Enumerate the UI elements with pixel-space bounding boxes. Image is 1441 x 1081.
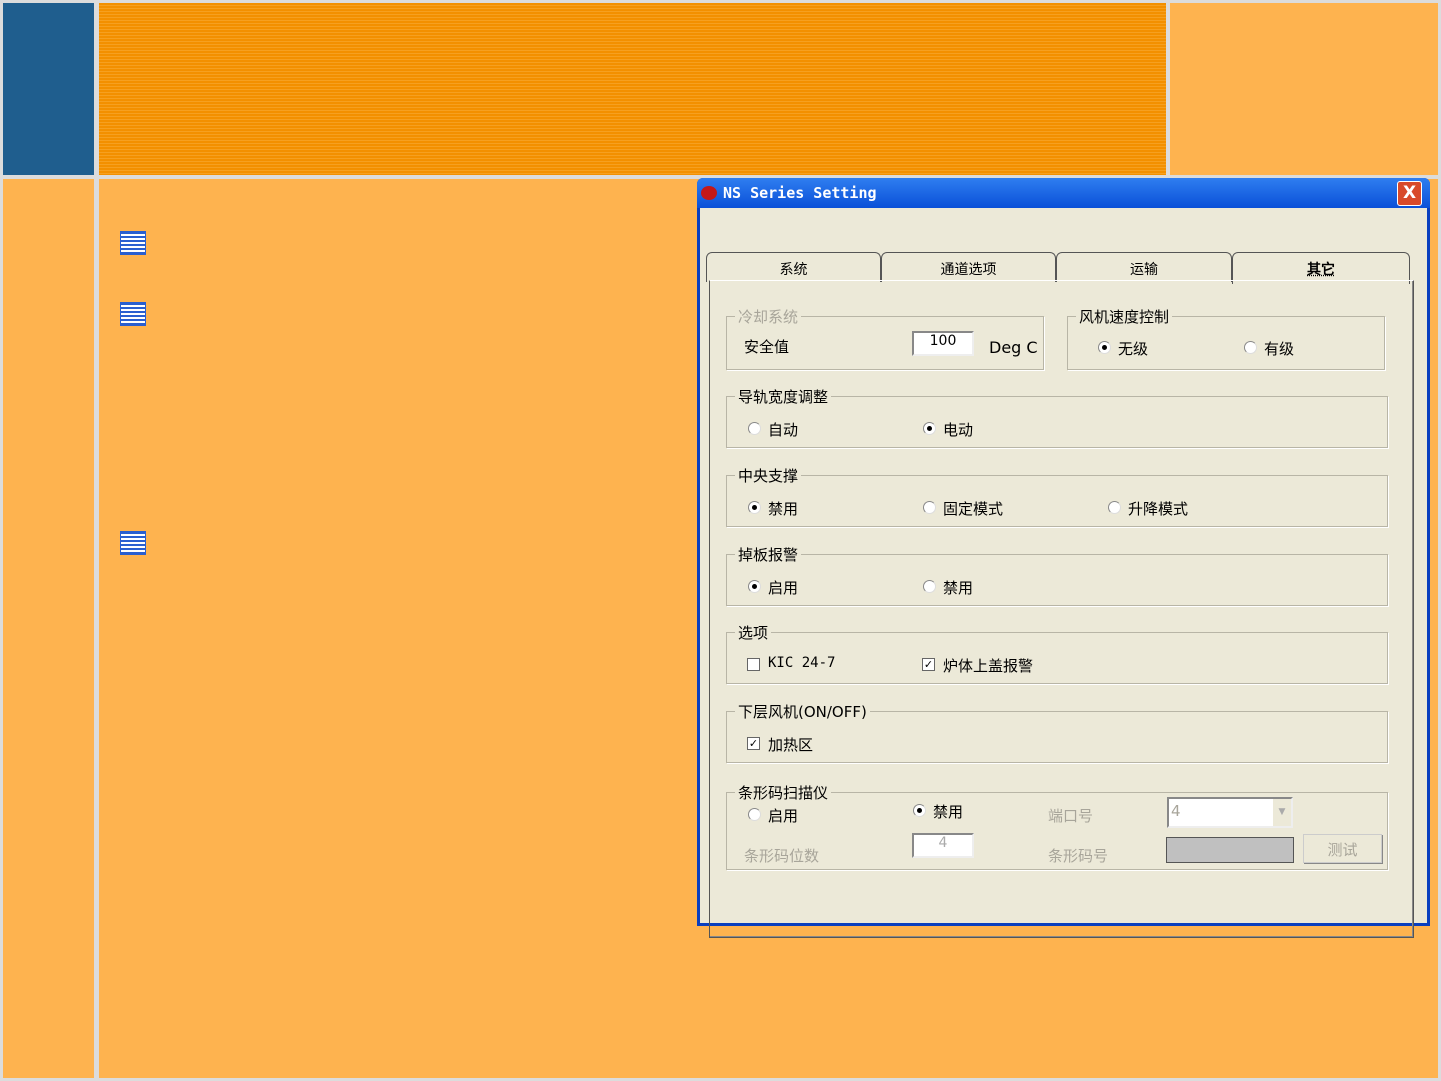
- options-group: 选项 KIC 24-7 ✓ 炉体上盖报警: [726, 622, 1388, 684]
- rail-auto-radio[interactable]: [748, 422, 761, 435]
- unit-label: Deg C: [989, 338, 1038, 357]
- board-drop-label: 掉板报警: [735, 544, 802, 565]
- center-support-label: 中央支撑: [735, 465, 802, 486]
- heating-zone-checkbox[interactable]: ✓: [747, 737, 760, 750]
- lid-alarm-checkbox[interactable]: ✓: [922, 658, 935, 671]
- support-disabled-label: 禁用: [768, 500, 799, 518]
- fan-stepped-label: 有级: [1264, 340, 1295, 358]
- heating-zone-label: 加热区: [768, 736, 814, 754]
- support-lift-label: 升降模式: [1128, 500, 1189, 518]
- kic-checkbox[interactable]: [747, 658, 760, 671]
- bullet-icon: [120, 302, 146, 326]
- board-drop-enable-label: 启用: [768, 579, 799, 597]
- rail-width-group: 导轨宽度调整 自动 电动: [726, 386, 1388, 448]
- lower-fan-label: 下层风机(ON/OFF): [735, 701, 870, 722]
- barcode-disable-radio[interactable]: [913, 804, 926, 817]
- corner-block: [1170, 3, 1438, 175]
- barcode-disable-label: 禁用: [933, 803, 964, 821]
- fan-stepless-radio[interactable]: [1098, 341, 1111, 354]
- board-drop-disable-label: 禁用: [943, 579, 974, 597]
- support-fixed-label: 固定模式: [943, 500, 1004, 518]
- cooling-label: 冷却系统: [735, 306, 802, 327]
- barcode-label: 条形码扫描仪: [735, 782, 832, 803]
- bullet-icon: [120, 231, 146, 255]
- title-bar[interactable]: NS Series Setting: [697, 178, 1430, 208]
- close-button[interactable]: X: [1397, 181, 1422, 206]
- fan-stepped-radio[interactable]: [1244, 341, 1257, 354]
- rail-electric-label: 电动: [943, 421, 974, 439]
- tab-system[interactable]: 系统: [706, 252, 881, 282]
- center-support-group: 中央支撑 禁用 固定模式 升降模式: [726, 465, 1388, 527]
- barcode-enable-radio[interactable]: [748, 808, 761, 821]
- lower-fan-group: 下层风机(ON/OFF) ✓ 加热区: [726, 701, 1388, 763]
- port-select[interactable]: 4 ▼: [1167, 797, 1293, 828]
- port-value: 4: [1171, 802, 1181, 820]
- safe-value-label: 安全值: [744, 338, 790, 356]
- fan-stepless-label: 无级: [1118, 340, 1149, 358]
- rail-width-label: 导轨宽度调整: [735, 386, 832, 407]
- left-column: [3, 179, 94, 1078]
- tab-transport[interactable]: 运输: [1056, 252, 1232, 282]
- tab-panel: 冷却系统 安全值 100 Deg C 风机速度控制 无级 有级 导轨宽度调整 自…: [709, 280, 1414, 938]
- fan-speed-group: 风机速度控制 无级 有级: [1067, 306, 1385, 370]
- support-fixed-radio[interactable]: [923, 501, 936, 514]
- settings-dialog: NS Series Setting X 系统 通道选项 运输 其它 冷却系统 安…: [697, 178, 1430, 938]
- bullet-icon: [120, 531, 146, 555]
- board-drop-group: 掉板报警 启用 禁用: [726, 544, 1388, 606]
- dialog-title: NS Series Setting: [723, 184, 877, 202]
- app-icon: [701, 186, 717, 200]
- fan-speed-label: 风机速度控制: [1076, 306, 1173, 327]
- header-banner: [99, 3, 1166, 175]
- chevron-down-icon[interactable]: ▼: [1273, 799, 1291, 826]
- support-lift-radio[interactable]: [1108, 501, 1121, 514]
- barcode-enable-label: 启用: [768, 807, 799, 825]
- digits-label: 条形码位数: [744, 847, 820, 865]
- code-label: 条形码号: [1048, 847, 1109, 865]
- dialog-body: 系统 通道选项 运输 其它 冷却系统 安全值 100 Deg C 风机速度控制 …: [700, 208, 1427, 938]
- port-label: 端口号: [1048, 807, 1094, 825]
- safe-value-input[interactable]: 100: [912, 331, 974, 356]
- support-disabled-radio[interactable]: [748, 501, 761, 514]
- barcode-group: 条形码扫描仪 启用 禁用 端口号 4 ▼ 条形码位数 4 条形码号 测试: [726, 782, 1388, 870]
- tab-channel-options[interactable]: 通道选项: [881, 252, 1056, 282]
- board-drop-disable-radio[interactable]: [923, 580, 936, 593]
- rail-auto-label: 自动: [768, 421, 799, 439]
- test-button[interactable]: 测试: [1303, 834, 1382, 863]
- board-drop-enable-radio[interactable]: [748, 580, 761, 593]
- cooling-group: 冷却系统 安全值 100 Deg C: [726, 306, 1044, 370]
- kic-label: KIC 24-7: [768, 655, 836, 671]
- rail-electric-radio[interactable]: [923, 422, 936, 435]
- options-label: 选项: [735, 622, 772, 643]
- blue-block: [3, 3, 94, 175]
- lid-alarm-label: 炉体上盖报警: [943, 657, 1034, 675]
- digits-input[interactable]: 4: [912, 833, 974, 858]
- barcode-number-field[interactable]: [1166, 837, 1294, 863]
